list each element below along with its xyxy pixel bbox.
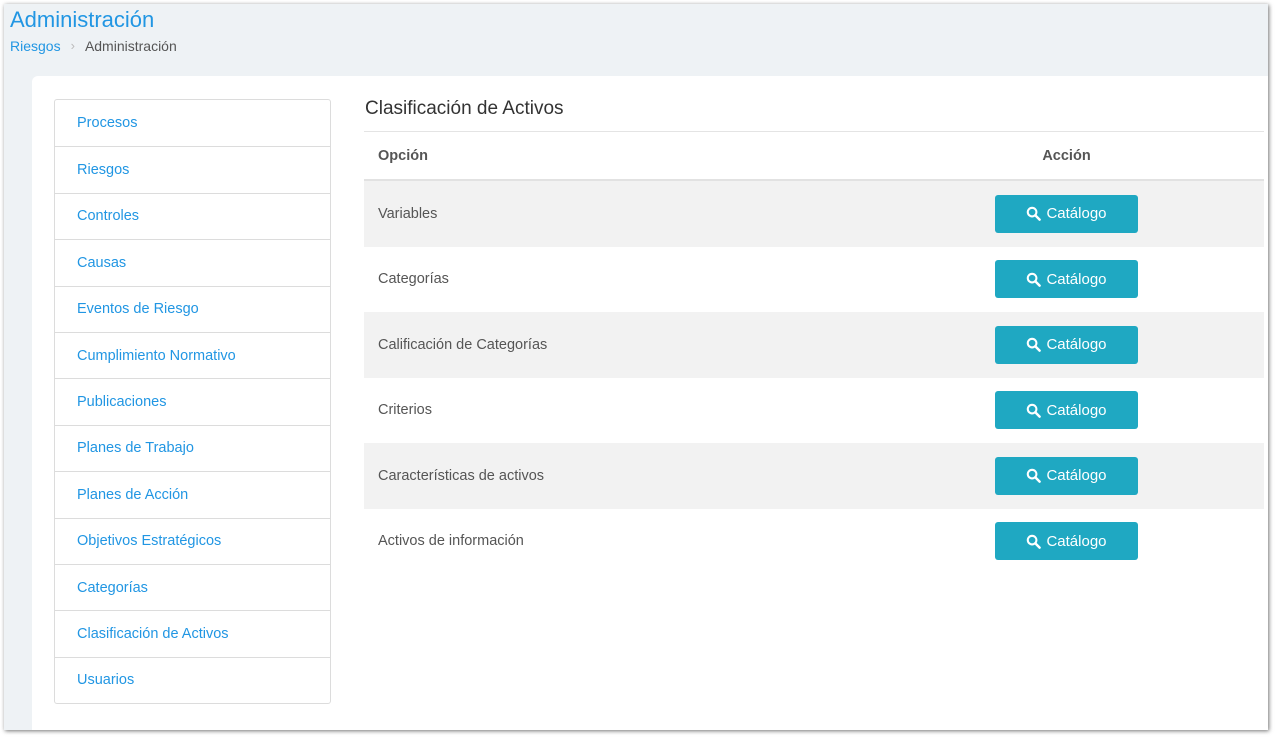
sidebar-item-riesgos[interactable]: Riesgos xyxy=(55,146,330,192)
content-area: Clasificación de Activos Opción Acción V… xyxy=(364,94,1264,574)
sidebar-item-planes-de-trabajo[interactable]: Planes de Trabajo xyxy=(55,424,330,471)
catalog-button-label: Catálogo xyxy=(1046,205,1107,223)
action-cell: Catálogo xyxy=(869,378,1264,444)
search-icon xyxy=(1027,469,1042,484)
breadcrumb-link-riesgos[interactable]: Riesgos xyxy=(10,37,61,55)
catalog-button[interactable]: Catálogo xyxy=(995,391,1138,430)
sidebar-item-cumplimiento-normativo[interactable]: Cumplimiento Normativo xyxy=(55,331,330,378)
table-row: Criterios Catálogo xyxy=(364,378,1264,444)
table-row: Calificación de Categorías Catálogo xyxy=(364,312,1264,378)
chevron-right-icon: › xyxy=(70,38,75,53)
action-cell: Catálogo xyxy=(869,247,1264,313)
page-title: Administración xyxy=(10,7,155,32)
option-cell: Activos de información xyxy=(378,533,524,550)
catalog-button[interactable]: Catálogo xyxy=(995,260,1138,299)
sidebar-nav: Procesos Riesgos Controles Causas Evento… xyxy=(54,99,331,705)
catalog-button[interactable]: Catálogo xyxy=(995,456,1138,495)
breadcrumb: Riesgos › Administración xyxy=(10,37,177,55)
table-row: Categorías Catálogo xyxy=(364,247,1264,313)
option-cell: Categorías xyxy=(378,271,449,288)
column-header-action: Acción xyxy=(869,132,1264,181)
main-panel: Procesos Riesgos Controles Causas Evento… xyxy=(32,76,1268,730)
search-icon xyxy=(1027,272,1042,287)
options-table: Opción Acción Variables Catálogo Categor… xyxy=(364,132,1264,574)
option-cell: Variables xyxy=(364,180,869,247)
sidebar-item-eventos-de-riesgo[interactable]: Eventos de Riesgo xyxy=(55,285,330,332)
table-row: Variables Catálogo xyxy=(364,180,1264,247)
search-icon xyxy=(1027,534,1042,549)
action-cell: Catálogo xyxy=(869,509,1264,575)
catalog-button-label: Catálogo xyxy=(1046,532,1107,550)
table-row: Activos de información Catálogo xyxy=(364,509,1264,575)
sidebar-item-categorias[interactable]: Categorías xyxy=(55,563,330,610)
sidebar-item-planes-de-accion[interactable]: Planes de Acción xyxy=(55,471,330,517)
option-cell: Calificación de Categorías xyxy=(364,312,869,378)
catalog-button-label: Catálogo xyxy=(1046,401,1107,419)
search-icon xyxy=(1027,207,1042,222)
breadcrumb-current: Administración xyxy=(84,38,177,54)
section-title: Clasificación de Activos xyxy=(364,94,1264,132)
app-window: Administración Riesgos › Administración … xyxy=(4,4,1268,730)
sidebar-item-publicaciones[interactable]: Publicaciones xyxy=(55,378,330,424)
search-icon xyxy=(1027,338,1042,353)
action-cell: Catálogo xyxy=(869,312,1264,378)
sidebar-item-usuarios[interactable]: Usuarios xyxy=(55,656,330,703)
option-cell: Características de activos xyxy=(364,443,869,509)
action-cell: Catálogo xyxy=(869,443,1264,509)
sidebar-item-causas[interactable]: Causas xyxy=(55,239,330,285)
column-header-option: Opción xyxy=(364,132,869,181)
action-cell: Catálogo xyxy=(869,180,1264,247)
catalog-button-label: Catálogo xyxy=(1046,467,1107,485)
table-row: Características de activos Catálogo xyxy=(364,443,1264,509)
search-icon xyxy=(1027,403,1042,418)
catalog-button[interactable]: Catálogo xyxy=(995,194,1138,233)
catalog-button-label: Catálogo xyxy=(1046,270,1107,288)
catalog-button[interactable]: Catálogo xyxy=(995,325,1138,364)
table-header-row: Opción Acción xyxy=(364,132,1264,181)
sidebar-item-clasificacion-de-activos[interactable]: Clasificación de Activos xyxy=(55,610,330,656)
catalog-button[interactable]: Catálogo xyxy=(995,522,1138,561)
sidebar-item-procesos[interactable]: Procesos xyxy=(55,100,330,146)
sidebar-item-objetivos-estrategicos[interactable]: Objetivos Estratégicos xyxy=(55,517,330,564)
sidebar-item-controles[interactable]: Controles xyxy=(55,192,330,239)
option-cell: Criterios xyxy=(378,402,432,419)
catalog-button-label: Catálogo xyxy=(1046,336,1107,354)
